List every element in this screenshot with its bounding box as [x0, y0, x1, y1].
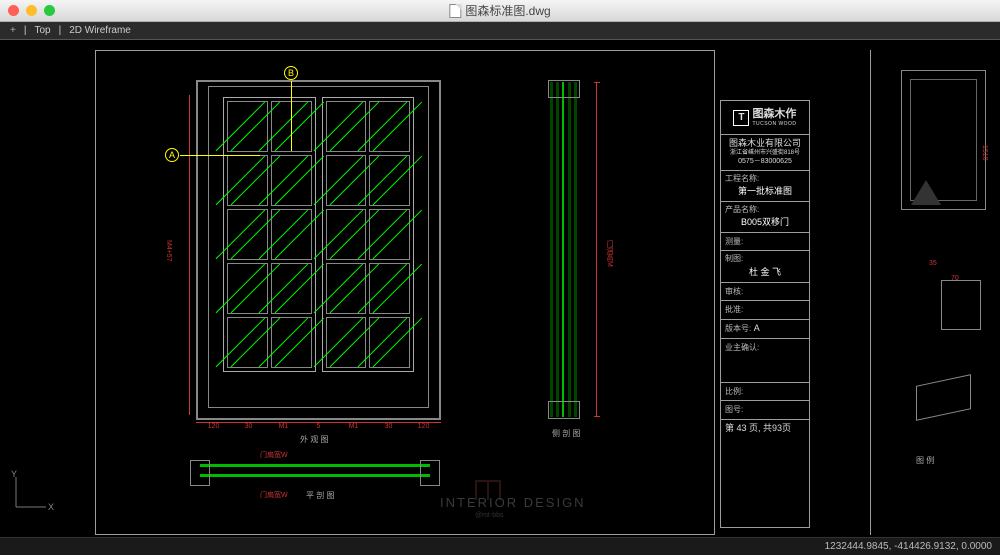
elevation-label: 外 观 图 — [300, 434, 328, 445]
side-section-label: 侧 剖 图 — [552, 428, 580, 439]
door-leaves — [223, 97, 414, 372]
version-row: 版本号: A — [721, 320, 809, 339]
door-elevation — [196, 80, 441, 420]
logo-subtext: TUCSON WOOD — [752, 121, 796, 128]
detail-label: 图 例 — [916, 455, 934, 466]
side-section — [548, 82, 588, 417]
drawing-canvas[interactable]: 12030M15M130120 外 观 图 M4+57 A B 门洞高M 侧 剖… — [0, 40, 1000, 537]
dimension-left-text: M4+57 — [165, 240, 172, 262]
divider: | — [20, 25, 31, 36]
detail-dim-1: 1510 — [981, 145, 988, 161]
section-marker-a: A — [165, 148, 179, 162]
detail-dim-2: 35 — [929, 260, 937, 267]
watermark-text: INTERIOR DESIGN — [440, 495, 586, 510]
scale-row: 比例: — [721, 383, 809, 402]
traffic-lights — [8, 5, 55, 16]
status-bar: 1232444.9845, -414426.9132, 0.0000 — [0, 537, 1000, 555]
measure-row: 测量: — [721, 233, 809, 252]
viewport-controls: + | Top | 2D Wireframe — [0, 22, 1000, 40]
logo-row: T 图森木作 TUCSON WOOD — [721, 101, 809, 135]
section-line-a — [180, 155, 260, 156]
dimension-right — [596, 82, 604, 417]
dimension-left — [180, 95, 190, 415]
approve-row: 批准: — [721, 301, 809, 320]
window-titlebar: 图森标准图.dwg — [0, 0, 1000, 22]
file-icon — [449, 4, 461, 18]
plan-section — [200, 460, 430, 488]
door-leaf-right — [322, 97, 415, 372]
logo-icon: T — [733, 110, 749, 126]
window-title: 图森标准图.dwg — [449, 2, 550, 19]
title-block: T 图森木作 TUCSON WOOD 图森木业有限公司 浙江省嵊州市兴盛街818… — [720, 100, 810, 528]
product-row: 产品名称: B005双移门 — [721, 202, 809, 233]
section-line-b — [291, 81, 292, 151]
detail-isometric — [906, 360, 986, 440]
maximize-icon[interactable] — [44, 5, 55, 16]
plan-dim-bot: 门扇宽W — [260, 490, 288, 500]
logo-text: 图森木作 — [752, 107, 796, 121]
plan-dim-top: 门扇宽W — [260, 450, 288, 460]
coordinate-readout: 1232444.9845, -414426.9132, 0.0000 — [825, 541, 992, 552]
ucs-y-label: Y — [11, 469, 17, 479]
drawno-row: 图号: — [721, 401, 809, 420]
ucs-icon: X Y — [8, 469, 54, 515]
dimension-bottom: 12030M15M130120 — [196, 422, 441, 432]
door-leaf-left — [223, 97, 316, 372]
detail-profile-2 — [941, 280, 981, 330]
door-frame — [208, 86, 429, 408]
section-marker-b: B — [284, 66, 298, 80]
view-label[interactable]: Top — [30, 25, 54, 36]
owner-row: 业主确认: — [721, 339, 809, 383]
dimension-right-text: 门洞高M — [604, 240, 614, 267]
close-icon[interactable] — [8, 5, 19, 16]
adjacent-sheet: 1510 35 70 图 例 — [870, 50, 1000, 535]
page-row: 第 43 页, 共93页 — [721, 420, 809, 438]
filename: 图森标准图.dwg — [465, 2, 550, 19]
add-viewport-button[interactable]: + — [6, 25, 20, 36]
check-row: 审核: — [721, 283, 809, 302]
watermark-sub: @mt-bbs — [475, 512, 504, 519]
plan-label: 平 剖 图 — [306, 490, 334, 501]
detail-dim-3: 70 — [951, 275, 959, 282]
visual-style-label[interactable]: 2D Wireframe — [65, 25, 135, 36]
detail-triangle — [911, 180, 941, 205]
draft-row: 制图: 杜 金 飞 — [721, 251, 809, 282]
minimize-icon[interactable] — [26, 5, 37, 16]
project-row: 工程名称: 第一批标准图 — [721, 171, 809, 202]
company-row: 图森木业有限公司 浙江省嵊州市兴盛街818号 0575－83000625 — [721, 135, 809, 171]
divider: | — [55, 25, 66, 36]
ucs-x-label: X — [48, 502, 54, 512]
